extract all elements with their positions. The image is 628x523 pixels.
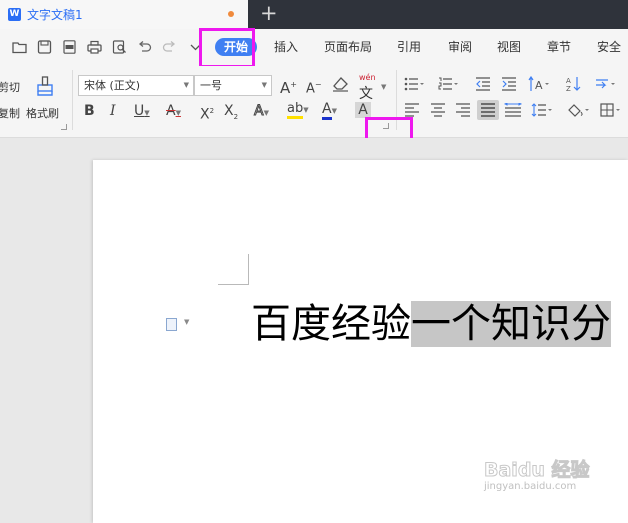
menu-review[interactable]: 审阅 [448,40,472,54]
font-family-select[interactable]: 宋体 (正文) ▼ [78,75,194,96]
format-painter-label[interactable]: 格式刷 [26,105,59,121]
menu-page-layout[interactable]: 页面布局 [324,40,372,54]
text-effect-glyph: A [254,103,265,120]
chevron-down-icon: ▼ [261,81,267,89]
text-direction-icon[interactable]: A [528,76,550,92]
grow-font-icon[interactable]: A+ [280,77,297,96]
pinyin-annotation-icon[interactable]: wén 文 [359,70,376,104]
document-tab[interactable]: W 文字文稿1 [0,0,248,29]
decrease-indent-icon[interactable] [475,76,491,92]
selected-text: 一个知识分 [411,301,611,347]
open-folder-icon[interactable] [12,40,27,54]
numbered-list-icon[interactable] [438,76,458,92]
sort-icon[interactable]: AZ [566,76,582,92]
redo-icon[interactable] [162,40,177,54]
chevron-down-icon[interactable]: ▼ [184,318,189,326]
undo-icon[interactable] [137,40,152,54]
svg-text:Z: Z [566,85,571,92]
chevron-down-icon: ▼ [183,81,189,89]
character-shading-button[interactable]: A [355,102,371,118]
font-family-value: 宋体 (正文) [84,79,141,92]
save-icon[interactable] [37,40,52,54]
ribbon-separator [72,70,73,130]
highlight-color-button[interactable]: ab▼ [287,101,309,119]
character-shading-glyph: A [358,102,368,118]
italic-button[interactable]: I [110,103,116,119]
menu-references[interactable]: 引用 [397,40,421,54]
font-size-value: 一号 [200,79,222,92]
clipboard-dialog-launcher-icon[interactable] [61,124,67,130]
new-tab-button[interactable]: + [260,1,278,25]
paragraph-handle-icon[interactable] [166,318,177,331]
ribbon: 剪切 复制 格式刷 宋体 (正文) ▼ 一号 ▼ A+ A− wén 文 ▼ B … [0,66,628,138]
superscript-button[interactable]: X2 [200,103,214,123]
align-left-icon[interactable] [404,103,420,117]
cut-label[interactable]: 剪切 [0,79,20,95]
paragraph-shading-icon[interactable] [566,103,590,117]
title-bar: W 文字文稿1 + [0,0,628,29]
borders-icon[interactable] [600,103,622,117]
underline-button[interactable]: U▼ [134,103,150,121]
chevron-down-icon[interactable]: ▼ [381,79,386,95]
print-preview-icon[interactable] [112,40,127,54]
copy-label[interactable]: 复制 [0,105,20,121]
strikethrough-button[interactable]: A▼ [166,103,181,121]
subscript-button[interactable]: X2 [224,103,238,125]
pinyin-text: wén [359,73,376,82]
show-marks-icon[interactable] [594,76,616,92]
margin-corner-mark [218,284,249,285]
bullet-list-icon[interactable] [404,76,424,92]
format-painter-icon[interactable] [36,74,54,96]
justify-icon[interactable] [477,100,499,120]
watermark-logo-text: Baidu 经验 [484,459,591,482]
font-size-select[interactable]: 一号 ▼ [194,75,272,96]
text-effect-button[interactable]: A▼ [254,103,269,121]
align-right-icon[interactable] [455,103,471,117]
distributed-align-icon[interactable] [504,103,522,117]
menu-insert[interactable]: 插入 [274,40,298,54]
font-color-button[interactable]: A▼ [322,101,337,120]
menu-bar: 插入 页面布局 引用 审阅 视图 章节 安全 [0,29,628,66]
menu-chapter[interactable]: 章节 [547,40,571,54]
pinyin-char: 文 [359,86,373,102]
print-icon[interactable] [87,40,102,54]
home-tab-highlight-box [199,28,255,68]
highlight-glyph: ab [287,101,304,119]
increase-indent-icon[interactable] [501,76,517,92]
menu-security[interactable]: 安全 [597,40,621,54]
align-center-icon[interactable] [430,103,446,117]
menu-view[interactable]: 视图 [497,40,521,54]
document-text-line[interactable]: 百度经验一个知识分 [251,300,611,348]
clear-formatting-icon[interactable] [332,76,349,92]
baidu-watermark: Baidu 经验 jingyan.baidu.com [484,455,594,495]
svg-text:A: A [566,77,571,85]
document-text: 百度经验 [251,301,411,347]
shrink-font-icon[interactable]: A− [306,77,322,97]
line-spacing-icon[interactable] [531,103,553,117]
document-tab-title: 文字文稿1 [27,8,83,22]
watermark-url: jingyan.baidu.com [484,481,577,492]
unsaved-indicator-icon [228,11,234,17]
writer-logo-icon: W [8,8,21,21]
font-color-glyph: A [322,101,332,120]
export-pdf-icon[interactable] [62,40,77,54]
bold-button[interactable]: B [84,103,95,119]
margin-corner-mark [248,254,249,284]
svg-text:A: A [535,79,543,92]
